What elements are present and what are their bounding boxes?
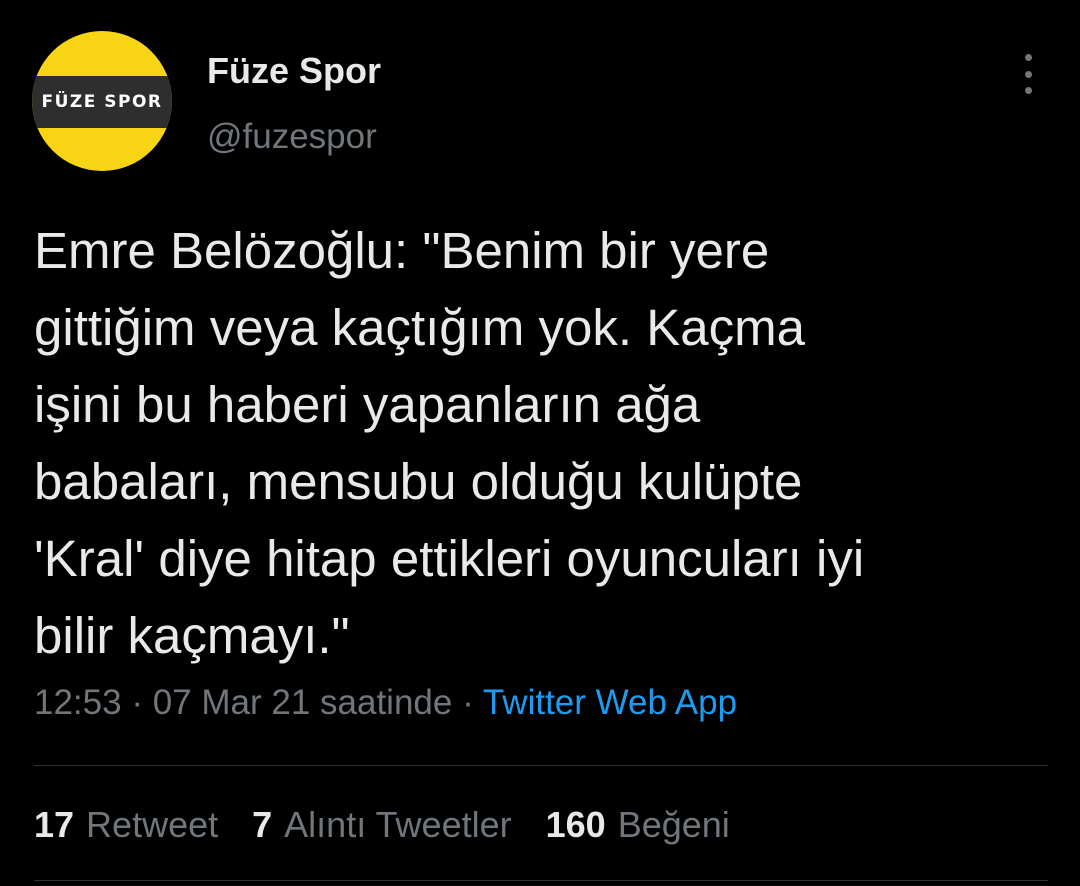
- tweet-detail: FÜZE SPOR Füze Spor @fuzespor Emre Belöz…: [0, 0, 1080, 886]
- more-vertical-icon-dot: [1024, 70, 1032, 78]
- meta-separator: ·: [131, 683, 143, 722]
- likes-stat[interactable]: 160 Beğeni: [546, 804, 730, 846]
- tweet-meta: 12:53 · 07 Mar 21 saatinde · Twitter Web…: [34, 683, 737, 723]
- quotes-label: Alıntı Tweetler: [284, 804, 512, 845]
- retweets-count: 17: [34, 804, 75, 845]
- author-display-name[interactable]: Füze Spor: [207, 50, 381, 92]
- retweets-stat[interactable]: 17 Retweet: [34, 804, 218, 846]
- more-options-button[interactable]: [1010, 54, 1046, 94]
- quotes-count: 7: [252, 804, 273, 845]
- more-vertical-icon-dot: [1024, 87, 1032, 94]
- tweet-text: Emre Belözoğlu: "Benim bir yere gittiğim…: [34, 222, 865, 664]
- author-handle[interactable]: @fuzespor: [207, 117, 377, 157]
- tweet-time[interactable]: 12:53: [34, 683, 122, 722]
- tweet-date[interactable]: 07 Mar 21 saatinde: [153, 683, 453, 722]
- avatar-logo-band: FÜZE SPOR: [32, 76, 172, 128]
- likes-count: 160: [545, 804, 606, 845]
- quotes-stat[interactable]: 7 Alıntı Tweetler: [252, 804, 511, 846]
- tweet-stats: 17 Retweet 7 Alıntı Tweetler 160 Beğeni: [34, 804, 764, 846]
- avatar-logo-text: FÜZE SPOR: [41, 92, 163, 112]
- more-vertical-icon: [1024, 54, 1032, 61]
- divider: [34, 765, 1048, 766]
- likes-label: Beğeni: [617, 804, 730, 845]
- divider: [34, 880, 1048, 881]
- meta-separator: ·: [462, 683, 474, 722]
- retweets-label: Retweet: [86, 804, 219, 845]
- tweet-source-link[interactable]: Twitter Web App: [483, 683, 737, 722]
- avatar[interactable]: FÜZE SPOR: [32, 31, 172, 171]
